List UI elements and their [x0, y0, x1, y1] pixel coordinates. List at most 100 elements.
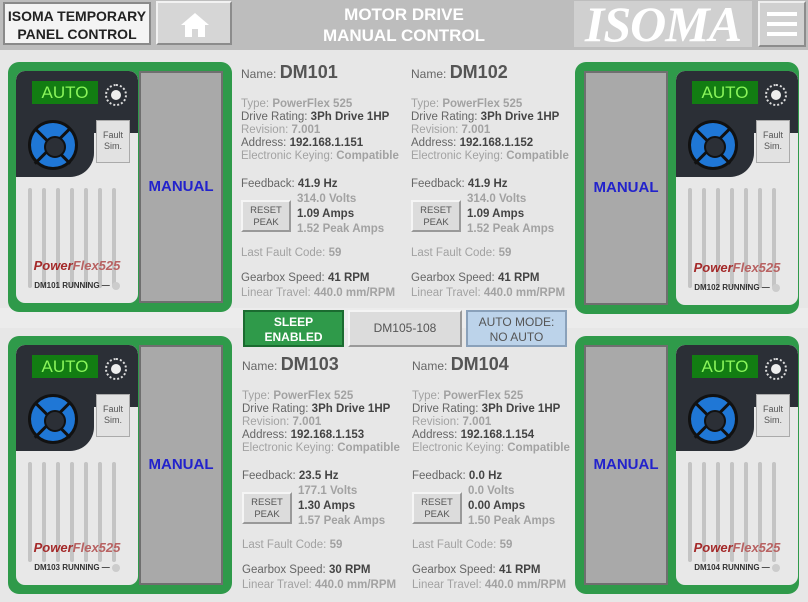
- vent-rib: [56, 188, 60, 288]
- peak-amps-readout: 1.52 Peak Amps: [297, 223, 385, 235]
- volts-readout: 314.0 Volts: [467, 193, 527, 205]
- peak-amps-readout: 1.50 Peak Amps: [468, 515, 556, 527]
- fault-row: Last Fault Code: 59: [241, 247, 342, 259]
- brand-power: Power: [693, 260, 733, 275]
- gearbox-speed: 41 RPM: [497, 272, 540, 284]
- dpad-icon[interactable]: [28, 120, 78, 170]
- menu-icon: [767, 12, 797, 16]
- fault-sim-line-2: Sim.: [764, 415, 782, 425]
- dpad-icon[interactable]: [688, 120, 738, 170]
- drive-rating: 3Ph Drive 1HP: [481, 403, 561, 415]
- auto-indicator: AUTO: [692, 81, 758, 104]
- manual-button[interactable]: MANUAL: [584, 71, 668, 305]
- top-bar: ISOMA TEMPORARY PANEL CONTROL MOTOR DRIV…: [0, 0, 808, 50]
- drive-feedback: 41.9 Hz: [297, 178, 338, 190]
- reset-peak-button[interactable]: RESET PEAK: [242, 492, 292, 524]
- reset-peak-button[interactable]: RESET PEAK: [241, 200, 291, 232]
- gearbox-speed: 30 RPM: [328, 564, 371, 576]
- keying-row: Electronic Keying: Compatible: [411, 150, 569, 162]
- menu-button[interactable]: [758, 1, 806, 47]
- auto-indicator: AUTO: [32, 81, 98, 104]
- drive-name: DM104: [450, 354, 509, 374]
- speed-row: Gearbox Speed: 41 RPM: [411, 272, 540, 284]
- drive-brand: PowerFlex525: [16, 258, 138, 273]
- travel-row: Linear Travel: 440.0 mm/RPM: [411, 287, 566, 299]
- linear-travel: 440.0 mm/RPM: [314, 579, 397, 591]
- fault-sim-button[interactable]: Fault Sim.: [96, 394, 130, 437]
- feedback-row: Feedback: 41.9 Hz: [241, 178, 338, 190]
- linear-travel: 440.0 mm/RPM: [313, 287, 396, 299]
- amps-readout: 1.09 Amps: [467, 208, 525, 220]
- drive-brand: PowerFlex525: [16, 540, 138, 555]
- fault-row: Last Fault Code: 59: [411, 247, 512, 259]
- address-row: Address: 192.168.1.154: [412, 429, 535, 441]
- dpad-icon[interactable]: [688, 394, 738, 444]
- fault-sim-button[interactable]: Fault Sim.: [756, 394, 790, 437]
- powerflex-drive: AUTO Fault Sim. PowerFlex525 DM104 RUNNI…: [676, 345, 798, 585]
- drive-revision: 7.001: [461, 124, 491, 136]
- auto-mode-button[interactable]: AUTO MODE: NO AUTO: [466, 310, 567, 347]
- dm105-108-button[interactable]: DM105-108: [348, 310, 462, 347]
- fault-sim-line-1: Fault: [102, 404, 123, 414]
- speed-knob-icon[interactable]: [105, 84, 127, 106]
- reset-peak-button[interactable]: RESET PEAK: [411, 200, 461, 232]
- drive-rating: 3Ph Drive 1HP: [310, 111, 390, 123]
- drive-brand: PowerFlex525: [676, 540, 798, 555]
- name-row: Name: DM101: [241, 63, 338, 81]
- type-row: Type: PowerFlex 525: [242, 390, 354, 402]
- revision-row: Revision: 7.001: [412, 416, 492, 428]
- name-row: Name: DM102: [411, 63, 508, 81]
- auto-indicator: AUTO: [692, 355, 758, 378]
- vent-rib: [84, 188, 88, 288]
- manual-button[interactable]: MANUAL: [139, 345, 223, 585]
- drive-keying: Compatible: [336, 150, 399, 162]
- status-led-icon: [111, 563, 120, 572]
- peak-amps-readout: 1.52 Peak Amps: [467, 223, 555, 235]
- vent-rib: [28, 188, 32, 288]
- drive-type: PowerFlex 525: [442, 98, 523, 110]
- drive-address: 192.168.1.151: [289, 137, 364, 149]
- name-label: Name:: [241, 67, 277, 81]
- rating-row: Drive Rating: 3Ph Drive 1HP: [242, 403, 391, 415]
- drive-info-panel: Name: DM101 Type: PowerFlex 525 Drive Ra…: [241, 63, 405, 306]
- fault-sim-button[interactable]: Fault Sim.: [96, 120, 130, 163]
- fault-sim-line-2: Sim.: [764, 141, 782, 151]
- powerflex-drive: AUTO Fault Sim. PowerFlex525 DM102 RUNNI…: [676, 71, 798, 305]
- sleep-line-2: ENABLED: [264, 330, 323, 344]
- menu-icon-bar: [767, 22, 797, 26]
- amps-readout: 0.00 Amps: [468, 500, 526, 512]
- drive-keying: Compatible: [337, 442, 400, 454]
- fault-code: 59: [328, 247, 342, 259]
- drive-status: DM101 RUNNING —: [16, 281, 138, 290]
- page-title-line-1: MOTOR DRIVE: [344, 5, 464, 24]
- drive-type: PowerFlex 525: [443, 390, 524, 402]
- speed-knob-icon[interactable]: [765, 358, 787, 380]
- fault-sim-line-2: Sim.: [104, 415, 122, 425]
- revision-row: Revision: 7.001: [241, 124, 321, 136]
- speed-knob-icon[interactable]: [105, 358, 127, 380]
- company-line-2: PANEL CONTROL: [17, 26, 137, 42]
- manual-button[interactable]: MANUAL: [584, 345, 668, 585]
- linear-travel: 440.0 mm/RPM: [484, 579, 567, 591]
- drive-card: AUTO Fault Sim. PowerFlex525 DM101 RUNNI…: [8, 62, 232, 312]
- speed-knob-icon[interactable]: [765, 84, 787, 106]
- home-button[interactable]: [156, 1, 232, 45]
- drive-status-text: DM101 RUNNING —: [34, 281, 110, 290]
- fault-sim-button[interactable]: Fault Sim.: [756, 120, 790, 163]
- dpad-icon[interactable]: [28, 394, 78, 444]
- type-row: Type: PowerFlex 525: [411, 98, 523, 110]
- drive-feedback: 41.9 Hz: [467, 178, 508, 190]
- auto-indicator: AUTO: [32, 355, 98, 378]
- sleep-enabled-button[interactable]: SLEEP ENABLED: [243, 310, 344, 347]
- powerflex-drive: AUTO Fault Sim. PowerFlex525 DM103 RUNNI…: [16, 345, 138, 585]
- reset-peak-button[interactable]: RESET PEAK: [412, 492, 462, 524]
- name-label: Name:: [411, 67, 447, 81]
- drive-name: DM102: [449, 62, 508, 82]
- manual-button[interactable]: MANUAL: [139, 71, 223, 303]
- drive-rating: 3Ph Drive 1HP: [480, 111, 560, 123]
- brand-power: Power: [693, 540, 733, 555]
- page-title-line-2: MANUAL CONTROL: [322, 26, 486, 45]
- name-label: Name:: [242, 359, 278, 373]
- company-line-1: ISOMA TEMPORARY: [7, 8, 147, 24]
- brand-model: Flex525: [732, 540, 781, 555]
